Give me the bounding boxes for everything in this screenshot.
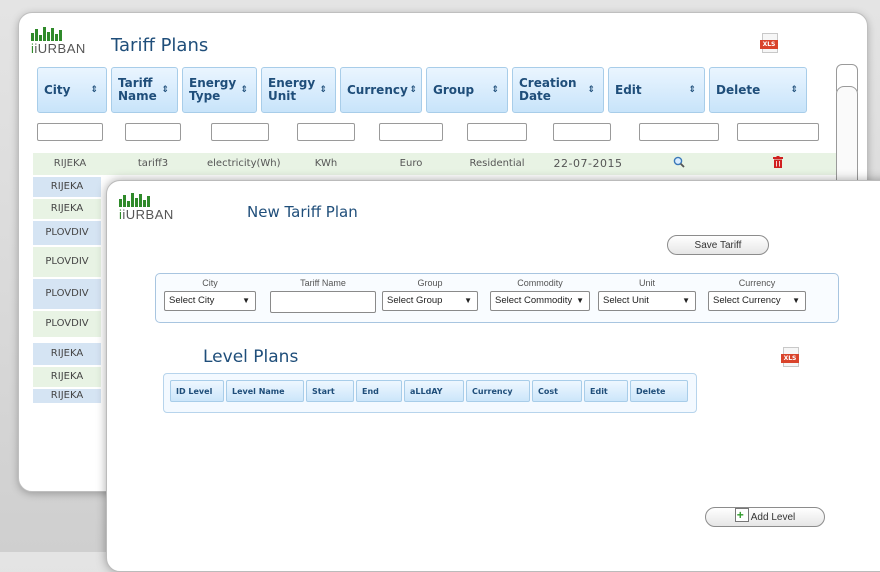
level-plans-title: Level Plans [203, 347, 299, 367]
table-row-city[interactable]: PLOVDIV [33, 221, 101, 245]
trash-icon [773, 156, 783, 168]
sort-icon: ⇕ [491, 85, 499, 95]
dropdown-arrow-icon: ▼ [682, 296, 690, 305]
cell-group: Residential [469, 158, 525, 169]
table-row-city[interactable]: PLOVDIV [33, 311, 101, 337]
tariff-table-header: City ⇕ Tariff Name ⇕ Energy Type ⇕ Energy U… [33, 67, 811, 113]
table-row-city[interactable]: PLOVDIV [33, 247, 101, 277]
sort-icon: ⇕ [319, 85, 327, 95]
dialog-title: New Tariff Plan [247, 203, 358, 221]
dropdown-arrow-icon: ▼ [576, 296, 584, 305]
column-header-city[interactable]: City ⇕ [37, 67, 107, 113]
save-tariff-button[interactable]: Save Tariff [667, 235, 769, 255]
sort-icon: ⇕ [688, 85, 696, 95]
new-tariff-plan-dialog: iiURBAN New Tariff Plan Save Tariff City… [106, 180, 880, 572]
table-row-city[interactable]: RIJEKA [33, 389, 101, 403]
filter-delete-input[interactable] [737, 123, 819, 141]
level-header-currency[interactable]: Currency [466, 380, 530, 402]
level-header-allday[interactable]: aLLdAY [404, 380, 464, 402]
tariff-form: City Select City ▼ Tariff Name Group Sele… [155, 273, 839, 323]
delete-row-button[interactable] [737, 153, 819, 175]
tariff-name-input[interactable] [270, 291, 376, 313]
filter-tariff-name-input[interactable] [125, 123, 181, 141]
column-header-group[interactable]: Group ⇕ [426, 67, 508, 113]
add-level-button[interactable]: Add Level [705, 505, 825, 527]
currency-field: Currency Select Currency ▼ [708, 278, 806, 311]
table-row-city[interactable]: RIJEKA [33, 367, 101, 387]
dropdown-arrow-icon: ▼ [464, 296, 472, 305]
filter-group-input[interactable] [467, 123, 527, 141]
city-select[interactable]: Select City ▼ [164, 291, 256, 311]
table-row[interactable]: RIJEKA tariff3 electricity(Wh) KWh Euro … [33, 153, 843, 175]
cell-currency: Euro [399, 158, 423, 169]
level-header-cost[interactable]: Cost [532, 380, 582, 402]
sort-icon: ⇕ [790, 85, 798, 95]
iurban-logo: iiURBAN [119, 193, 174, 221]
column-header-energy-unit[interactable]: Energy Unit ⇕ [261, 67, 336, 113]
commodity-select[interactable]: Select Commodity ▼ [490, 291, 590, 311]
page-title: Tariff Plans [111, 35, 209, 56]
column-header-currency[interactable]: Currency ⇕ [340, 67, 422, 113]
iurban-logo: iiURBAN [31, 27, 86, 55]
sort-icon: ⇕ [161, 85, 169, 95]
level-plans-table: ID Level Level Name Start End aLLdAY Cur… [163, 373, 697, 413]
column-header-delete[interactable]: Delete ⇕ [709, 67, 807, 113]
add-icon [734, 505, 749, 525]
level-header-start[interactable]: Start [306, 380, 354, 402]
column-header-edit[interactable]: Edit ⇕ [608, 67, 705, 113]
table-row-city[interactable]: RIJEKA [33, 343, 101, 365]
column-header-energy-type[interactable]: Energy Type ⇕ [182, 67, 257, 113]
group-field: Group Select Group ▼ [382, 278, 478, 311]
cell-energy-unit: KWh [314, 158, 338, 169]
city-field: City Select City ▼ [164, 278, 256, 311]
currency-select[interactable]: Select Currency ▼ [708, 291, 806, 311]
commodity-field: Commodity Select Commodity ▼ [490, 278, 590, 311]
table-row-city[interactable]: RIJEKA [33, 177, 101, 197]
column-header-tariff-name[interactable]: Tariff Name ⇕ [111, 67, 178, 113]
filter-edit-input[interactable] [639, 123, 719, 141]
export-xls-icon[interactable]: XLS [781, 347, 799, 369]
cell-city: RIJEKA [53, 158, 87, 169]
unit-field: Unit Select Unit ▼ [598, 278, 696, 311]
dropdown-arrow-icon: ▼ [792, 296, 800, 305]
filter-city-input[interactable] [37, 123, 103, 141]
dropdown-arrow-icon: ▼ [242, 296, 250, 305]
level-header-level-name[interactable]: Level Name [226, 380, 304, 402]
filter-creation-date-input[interactable] [553, 123, 611, 141]
cell-energy-type: electricity(Wh) [207, 158, 281, 169]
cell-tariff-name: tariff3 [137, 158, 169, 169]
filter-currency-input[interactable] [379, 123, 443, 141]
export-xls-icon[interactable]: XLS [760, 33, 778, 55]
sort-icon: ⇕ [90, 85, 98, 95]
sort-icon: ⇕ [240, 85, 248, 95]
table-row-city[interactable]: RIJEKA [33, 199, 101, 219]
sort-icon: ⇕ [409, 85, 417, 95]
cell-creation-date: 22-07-2015 [553, 157, 623, 170]
unit-select[interactable]: Select Unit ▼ [598, 291, 696, 311]
sort-icon: ⇕ [587, 85, 595, 95]
filter-energy-unit-input[interactable] [297, 123, 355, 141]
edit-row-button[interactable] [639, 153, 719, 175]
tariff-name-field: Tariff Name [270, 278, 376, 313]
group-select[interactable]: Select Group ▼ [382, 291, 478, 311]
level-header-id-level[interactable]: ID Level [170, 380, 224, 402]
column-header-creation-date[interactable]: Creation Date ⇕ [512, 67, 604, 113]
filter-energy-type-input[interactable] [211, 123, 269, 141]
level-header-edit[interactable]: Edit [584, 380, 628, 402]
level-header-end[interactable]: End [356, 380, 402, 402]
level-header-delete[interactable]: Delete [630, 380, 688, 402]
magnifier-icon [673, 156, 685, 168]
table-row-city[interactable]: PLOVDIV [33, 279, 101, 309]
